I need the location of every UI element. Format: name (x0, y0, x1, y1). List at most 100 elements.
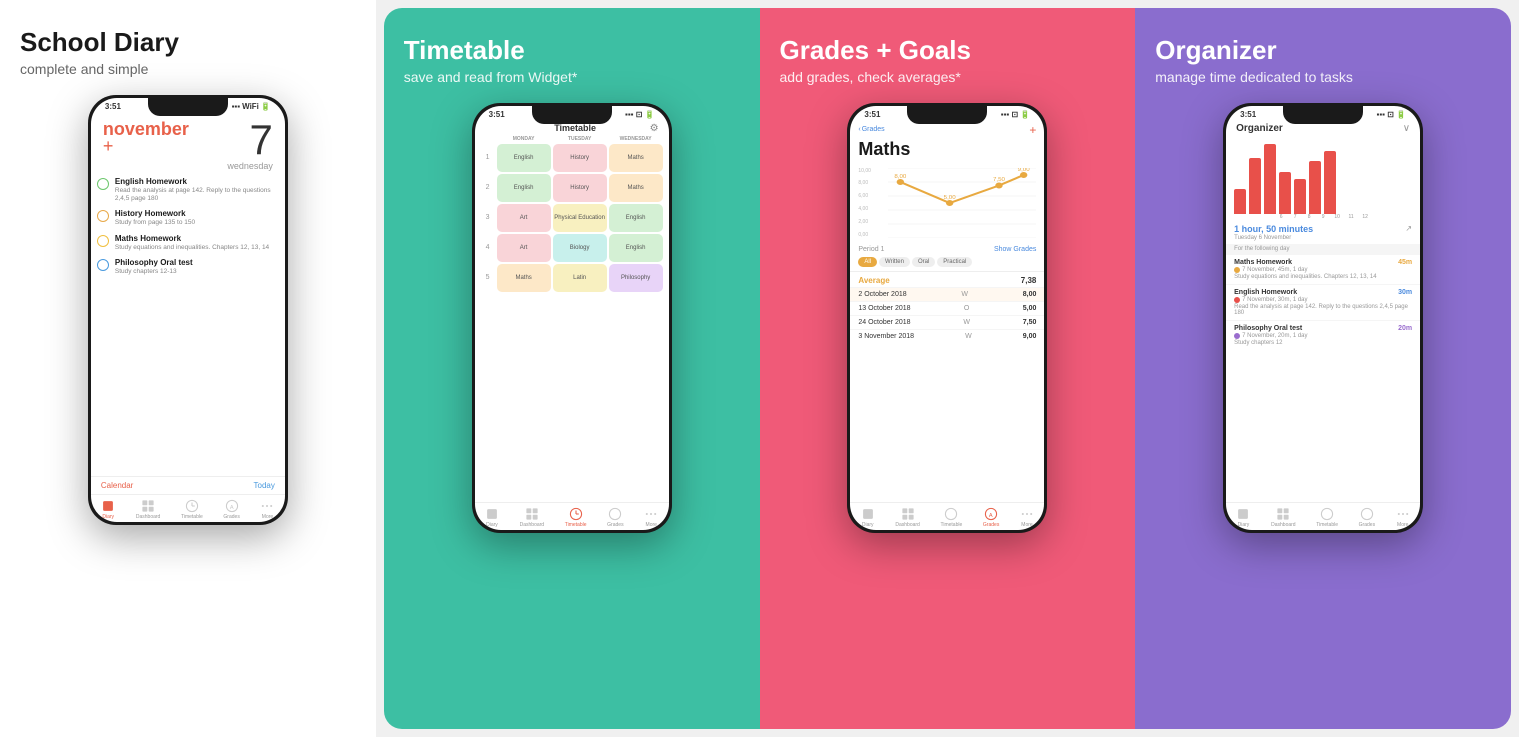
settings-icon[interactable]: ⚙ (650, 123, 659, 134)
org-title: Organizer (1236, 123, 1283, 134)
tt-cell-latin-5[interactable]: Latin (553, 264, 607, 292)
tab-more[interactable]: More (260, 499, 274, 520)
diary-day-name: wednesday (227, 161, 273, 171)
notch-2 (532, 106, 612, 124)
org-task-english[interactable]: English Homework 30m 7 November, 30m, 1 … (1226, 284, 1420, 320)
show-grades-button[interactable]: Show Grades (994, 246, 1036, 253)
tt-cell-english-4[interactable]: English (609, 234, 663, 262)
diary-screen: 3:51 ▪▪▪ WiFi 🔋 november + 7 (91, 98, 285, 522)
filter-practical[interactable]: Practical (937, 257, 972, 267)
tab-diary-3[interactable]: Diary (861, 507, 875, 528)
diary-bottom: Calendar Today (91, 476, 285, 494)
tab-timetable[interactable]: Timetable (181, 499, 203, 520)
tt-cell-art-3[interactable]: Art (497, 204, 551, 232)
notch-4 (1283, 106, 1363, 124)
tab-dashboard-2[interactable]: Dashboard (520, 507, 544, 528)
tt-cell-philosophy-5[interactable]: Philosophy (609, 264, 663, 292)
tt-cell-biology-4[interactable]: Biology (553, 234, 607, 262)
tab-grades-active[interactable]: A Grades (983, 507, 999, 528)
org-task-maths[interactable]: Maths Homework 45m 7 November, 45m, 1 da… (1226, 254, 1420, 284)
tab-timetable-3[interactable]: Timetable (940, 507, 962, 528)
tab-grades-2[interactable]: Grades (607, 507, 623, 528)
panel-grades: Grades + Goals add grades, check average… (760, 8, 1136, 729)
tab-timetable-active[interactable]: Timetable (565, 507, 587, 528)
filter-written[interactable]: Written (879, 257, 910, 267)
tt-cell-maths-5[interactable]: Maths (497, 264, 551, 292)
calendar-link[interactable]: Calendar (101, 481, 133, 490)
organizer-screen: 3:51 ▪▪▪ ⊡ 🔋 Organizer ∨ (1226, 106, 1420, 530)
svg-text:8,00: 8,00 (895, 174, 907, 179)
tt-cell-english-2[interactable]: English (497, 174, 551, 202)
tab-more-4[interactable]: More (1396, 507, 1410, 528)
tab-grades-4[interactable]: Grades (1359, 507, 1375, 528)
diary-day-num: 7 (227, 119, 273, 161)
period-row: Period 1 Show Grades (850, 244, 1044, 257)
task-philosophy[interactable]: Philosophy Oral test Study chapters 12-1… (97, 258, 279, 276)
tt-cell-maths-1[interactable]: Maths (609, 144, 663, 172)
panel3-subtitle: add grades, check averages* (780, 69, 961, 85)
grades-subject: Maths (850, 139, 1044, 164)
panel1-subtitle: complete and simple (20, 61, 148, 77)
tt-cell-maths-2[interactable]: Maths (609, 174, 663, 202)
grades-back-button[interactable]: ‹ Grades (858, 126, 884, 133)
today-link[interactable]: Today (254, 481, 275, 490)
tt-cell-pe-3[interactable]: Physical Education (553, 204, 607, 232)
phone-mockup-4: 3:51 ▪▪▪ ⊡ 🔋 Organizer ∨ (1223, 103, 1423, 533)
tt-cell-english-3[interactable]: English (609, 204, 663, 232)
grade-row-2[interactable]: 13 October 2018 O 5,00 (850, 301, 1044, 315)
tab-dashboard[interactable]: Dashboard (136, 499, 160, 520)
svg-text:A: A (989, 512, 993, 518)
tt-cell-history-1[interactable]: History (553, 144, 607, 172)
period-label: Period 1 (858, 246, 884, 253)
grade-rows: 2 October 2018 W 8,00 13 October 2018 O … (850, 287, 1044, 343)
tt-cell-art-4[interactable]: Art (497, 234, 551, 262)
task-history[interactable]: History Homework Study from page 135 to … (97, 209, 279, 227)
svg-text:7,50: 7,50 (993, 177, 1005, 182)
notch-3 (907, 106, 987, 124)
org-task-philosophy[interactable]: Philosophy Oral test 20m 7 November, 20m… (1226, 320, 1420, 350)
tab-more-2[interactable]: More (644, 507, 658, 528)
tt-cell-english-1[interactable]: English (497, 144, 551, 172)
tab-timetable-4[interactable]: Timetable (1316, 507, 1338, 528)
task-title-history: History Homework (115, 209, 195, 218)
grades-avg-row: Average 7,38 (850, 271, 1044, 287)
task-title-english: English Homework (115, 177, 279, 186)
tab-diary-2[interactable]: Diary (485, 507, 499, 528)
diary-tasks: English Homework Read the analysis at pa… (91, 173, 285, 281)
grades-add-button[interactable]: + (1029, 123, 1036, 137)
filter-oral[interactable]: Oral (912, 257, 935, 267)
task-maths[interactable]: Maths Homework Study equations and inequ… (97, 234, 279, 252)
grades-chart: 10,008,006,004,002,000,00 (850, 164, 1044, 244)
tab-bar-2: Diary Dashboard Timetable Grades (475, 502, 669, 530)
org-bar-chart (1226, 134, 1420, 214)
panel4-title: Organizer (1155, 36, 1276, 65)
tt-row-1: 1 English History Maths (481, 144, 663, 172)
diary-month: november (103, 119, 189, 140)
tab-diary[interactable]: Diary (101, 499, 115, 520)
tt-row-4: 4 Art Biology English (481, 234, 663, 262)
tt-cell-history-2[interactable]: History (553, 174, 607, 202)
panel4-subtitle: manage time dedicated to tasks (1155, 69, 1353, 85)
tab-dashboard-4[interactable]: Dashboard (1271, 507, 1295, 528)
tt-row-2: 2 English History Maths (481, 174, 663, 202)
expand-icon[interactable]: ↗ (1405, 224, 1412, 233)
tab-grades[interactable]: A Grades (223, 499, 239, 520)
phone-mockup-1: 3:51 ▪▪▪ WiFi 🔋 november + 7 (88, 95, 288, 525)
grade-row-3[interactable]: 24 October 2018 W 7,50 (850, 315, 1044, 329)
svg-text:A: A (230, 504, 234, 510)
task-desc-philosophy: Study chapters 12-13 (115, 268, 193, 276)
filter-all[interactable]: All (858, 257, 877, 267)
tab-dashboard-3[interactable]: Dashboard (895, 507, 919, 528)
tab-more-3[interactable]: More (1020, 507, 1034, 528)
tab-bar-1: Diary Dashboard Timetable A Grades (91, 494, 285, 522)
panel-school-diary: School Diary complete and simple 3:51 ▪▪… (0, 0, 376, 737)
tab-diary-4[interactable]: Diary (1236, 507, 1250, 528)
org-duration: 1 hour, 50 minutes (1234, 224, 1313, 234)
avg-label: Average (858, 276, 889, 285)
chevron-down-icon[interactable]: ∨ (1403, 123, 1410, 134)
grade-row-4[interactable]: 3 November 2018 W 9,00 (850, 329, 1044, 343)
task-english[interactable]: English Homework Read the analysis at pa… (97, 177, 279, 204)
tab-bar-3: Diary Dashboard Timetable A Grades (850, 502, 1044, 530)
org-date: Tuesday 6 November (1226, 235, 1420, 244)
grade-row-1[interactable]: 2 October 2018 W 8,00 (850, 287, 1044, 301)
